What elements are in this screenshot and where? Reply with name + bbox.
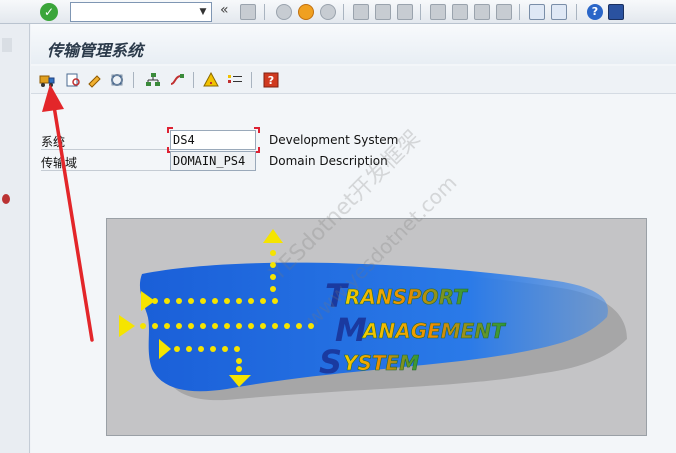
annotation-arrow xyxy=(42,84,94,342)
